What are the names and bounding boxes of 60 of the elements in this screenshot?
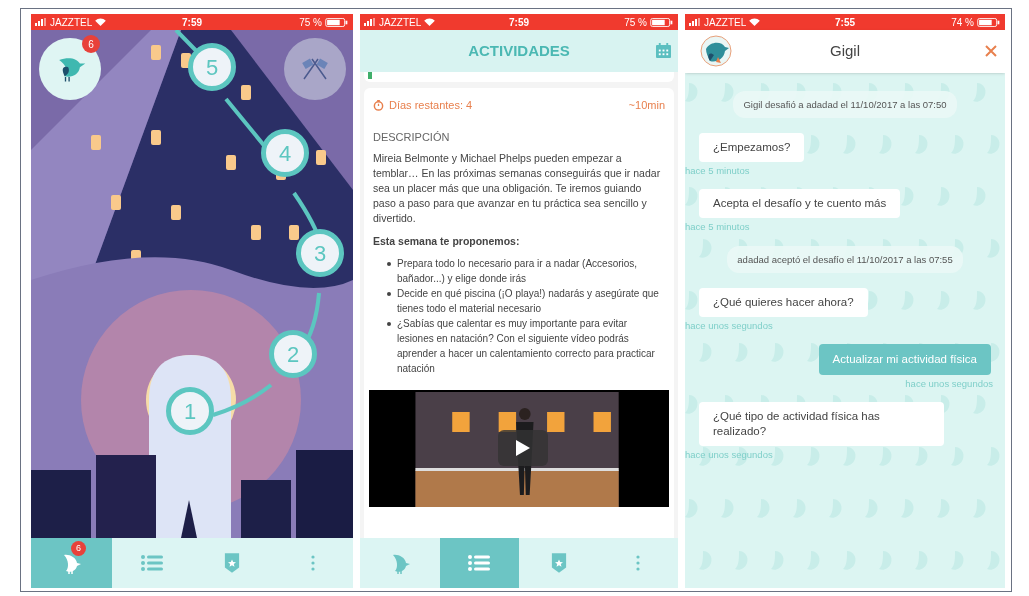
message-bubble: Acepta el desafío y te cuento más	[699, 189, 901, 219]
status-time: 7:55	[835, 15, 855, 30]
more-icon	[310, 555, 315, 571]
message-time: hace 5 minutos	[685, 220, 750, 235]
battery-icon	[325, 17, 349, 27]
notification-badge: 6	[71, 541, 86, 556]
timer-icon	[373, 99, 384, 111]
shield-star-icon	[550, 552, 567, 574]
battery-percent: 75 %	[624, 15, 647, 30]
system-message: adadad aceptó el desafío el 11/10/2017 a las 07:55	[727, 245, 963, 273]
section-title: DESCRIPCIÓN	[373, 129, 451, 145]
more-icon	[636, 555, 641, 571]
status-time: 7:59	[182, 15, 202, 30]
reply-bubble[interactable]: Actualizar mi actividad física	[818, 343, 991, 375]
play-button[interactable]	[498, 429, 548, 466]
signal-icon	[689, 18, 701, 26]
wifi-icon	[749, 18, 761, 26]
signal-icon	[364, 18, 376, 26]
list-icon	[140, 554, 163, 572]
message-time: hace 5 minutos	[685, 164, 750, 178]
status-time: 7:59	[509, 15, 529, 30]
message-time: hace unos segundos	[685, 318, 773, 333]
bullet-text: Decide en qué piscina (¡O playa!) nadarás y asegúrate que tienes todo el material necesario	[397, 286, 660, 316]
play-icon	[516, 439, 530, 456]
close-icon[interactable]	[985, 45, 997, 57]
battery-percent: 75 %	[299, 15, 322, 30]
progress-marker	[368, 72, 372, 79]
subheading: Esta semana te proponemos:	[373, 234, 521, 249]
screen-title: ACTIVIDADES	[468, 40, 570, 61]
home-tab[interactable]: 6	[31, 538, 112, 588]
duration-text: ~10min	[628, 98, 665, 113]
message-bubble: ¿Qué quieres hacer ahora?	[699, 287, 868, 317]
checkered-flags-icon	[300, 57, 330, 81]
bird-avatar-icon	[700, 35, 732, 67]
chat-title: Gigil	[830, 41, 860, 62]
carrier-name: JAZZTEL	[379, 15, 422, 30]
message-bubble: ¿Qué tipo de actividad física has realizado?	[699, 402, 944, 447]
bullet-icon	[387, 321, 391, 326]
message-bubble: ¿Empezamos?	[699, 133, 805, 162]
bullet-icon	[387, 291, 391, 296]
wifi-icon	[95, 18, 107, 26]
system-message: Gigil desafió a adadad el 11/10/2017 a las 07:50	[733, 91, 957, 118]
battery-icon	[650, 17, 674, 27]
bullet-icon	[387, 261, 391, 266]
calendar-icon[interactable]	[656, 43, 671, 58]
message-time: hace unos segundos	[905, 377, 993, 391]
description-text: Mireia Belmonte y Michael Phelps pueden empezar a temblar… En las próximas semanas conseguirás que ir nadar sea un placer más que una obligación. Te iremos guiando paso a paso para que avanzar en tu práctica sea sencillo y divertido.	[373, 151, 662, 226]
bullet-text: Prepara todo lo necesario para ir a nadar (Accesorios, bañador...) y elige donde irás	[397, 256, 639, 286]
battery-icon	[977, 17, 1001, 27]
wifi-icon	[424, 18, 436, 26]
days-remaining: Días restantes: 4	[389, 98, 473, 113]
activities-tab[interactable]	[439, 538, 519, 588]
carrier-name: JAZZTEL	[704, 15, 747, 30]
battery-percent: 74 %	[951, 15, 974, 30]
message-time: hace unos segundos	[685, 448, 773, 463]
signal-icon	[35, 18, 47, 26]
carrier-name: JAZZTEL	[50, 15, 93, 30]
list-icon	[468, 554, 491, 572]
bullet-text: ¿Sabías que calentar es muy importante para evitar lesiones en natación? Con el siguiente vídeo podrás aprender a hacer un calentamiento correcto para practicar natación	[397, 316, 656, 376]
shield-star-icon	[224, 552, 241, 574]
